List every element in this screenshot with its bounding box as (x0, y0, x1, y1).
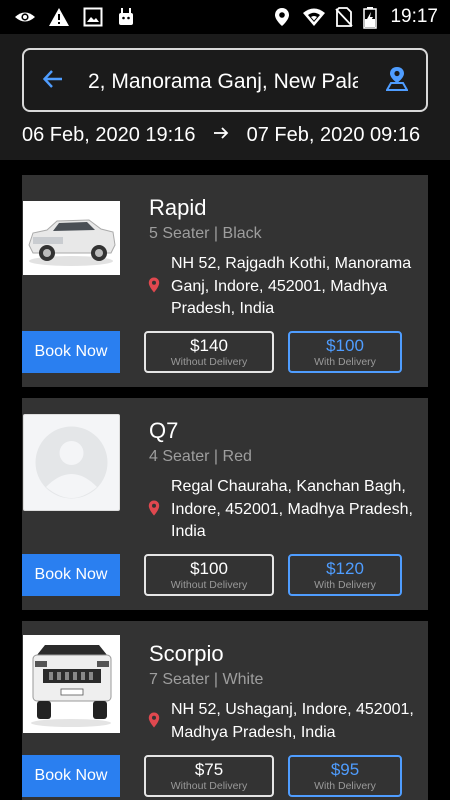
price-label: With Delivery (314, 356, 376, 368)
price-amount: $75 (194, 760, 224, 779)
price-without-delivery-button[interactable]: $75 Without Delivery (144, 755, 274, 797)
car-name: Rapid (149, 195, 207, 220)
price-label: With Delivery (314, 780, 376, 792)
price-label: With Delivery (314, 579, 376, 591)
warning-icon (48, 7, 70, 32)
car-image (23, 201, 120, 275)
end-datetime[interactable]: 07 Feb, 2020 09:16 (247, 124, 420, 147)
search-header: 2, Manorama Ganj, New Palasia 06 Feb, 20… (0, 34, 450, 160)
price-with-delivery-button[interactable]: $120 With Delivery (288, 554, 402, 596)
car-card[interactable]: Q7 4 Seater | Red Regal Chauraha, Kancha… (22, 398, 428, 610)
car-name: Q7 (149, 418, 179, 443)
book-now-button[interactable]: Book Now (22, 331, 120, 373)
price-label: Without Delivery (170, 780, 248, 792)
car-list[interactable]: Rapid 5 Seater | Black NH 52, Rajgadh Ko… (0, 160, 450, 800)
status-bar: 19:17 (0, 0, 450, 34)
price-label: Without Delivery (170, 579, 248, 591)
android-icon (116, 7, 136, 32)
car-name: Scorpio (149, 641, 224, 666)
location-pin-icon (148, 277, 160, 298)
location-address-input[interactable]: 2, Manorama Ganj, New Palasia (88, 67, 358, 97)
location-icon (274, 7, 290, 32)
car-card[interactable]: Scorpio 7 Seater | White NH 52, Ushaganj… (22, 621, 428, 800)
back-arrow-icon[interactable] (42, 68, 64, 95)
price-without-delivery-button[interactable]: $100 Without Delivery (144, 554, 274, 596)
car-address: Regal Chauraha, Kanchan Bagh, Indore, 45… (171, 478, 413, 540)
book-now-button[interactable]: Book Now (22, 755, 120, 797)
rental-date-range[interactable]: 06 Feb, 2020 19:16 07 Feb, 2020 09:16 (22, 124, 420, 147)
location-pin-icon (148, 500, 160, 521)
map-pin-icon[interactable] (385, 66, 409, 97)
eye-icon (14, 7, 36, 32)
price-amount: $100 (326, 336, 364, 355)
price-amount: $95 (330, 760, 360, 779)
wifi-icon (302, 7, 326, 32)
battery-charging-icon (363, 7, 377, 34)
price-with-delivery-button[interactable]: $100 With Delivery (288, 331, 402, 373)
car-card[interactable]: Rapid 5 Seater | Black NH 52, Rajgadh Ko… (22, 175, 428, 387)
image-icon (83, 7, 103, 32)
price-amount: $140 (190, 336, 228, 355)
no-sim-icon (335, 7, 353, 32)
start-datetime[interactable]: 06 Feb, 2020 19:16 (22, 124, 195, 147)
car-details: 7 Seater | White (149, 671, 264, 688)
placeholder-avatar-image (23, 414, 120, 511)
price-amount: $100 (190, 559, 228, 578)
price-amount: $120 (326, 559, 364, 578)
location-search-box[interactable]: 2, Manorama Ganj, New Palasia (22, 48, 428, 112)
price-without-delivery-button[interactable]: $140 Without Delivery (144, 331, 274, 373)
arrow-right-icon (213, 126, 229, 145)
car-address: NH 52, Rajgadh Kothi, Manorama Ganj, Ind… (171, 255, 412, 317)
location-pin-icon (148, 712, 160, 733)
status-time: 19:17 (390, 6, 438, 27)
car-details: 5 Seater | Black (149, 225, 262, 242)
price-label: Without Delivery (170, 356, 248, 368)
car-details: 4 Seater | Red (149, 448, 252, 465)
car-address: NH 52, Ushaganj, Indore, 452001, Madhya … (171, 701, 414, 741)
book-now-button[interactable]: Book Now (22, 554, 120, 596)
price-with-delivery-button[interactable]: $95 With Delivery (288, 755, 402, 797)
car-image (23, 635, 120, 733)
